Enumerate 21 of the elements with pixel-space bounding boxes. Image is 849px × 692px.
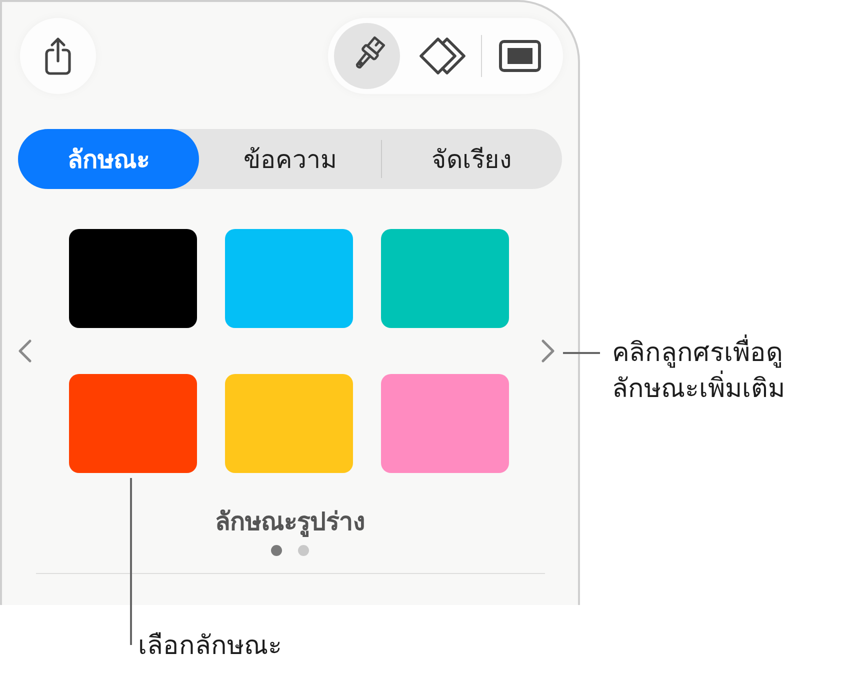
tab[interactable]: จัดเรียง [380, 129, 562, 189]
style-swatch[interactable] [225, 229, 353, 328]
diamonds-icon [419, 36, 467, 76]
callout-text: คลิกลูกศรเพื่อดู ลักษณะเพิ่มเติม [612, 335, 785, 407]
presentation-icon [499, 40, 541, 72]
chevron-left-icon [18, 339, 32, 363]
style-caption: ลักษณะรูปร่าง [214, 506, 366, 537]
tab[interactable]: ข้อความ [199, 129, 381, 189]
share-icon [43, 36, 73, 76]
leader-line [563, 352, 600, 354]
style-swatch[interactable] [225, 374, 353, 473]
page-dot-icon[interactable] [298, 545, 309, 556]
tab[interactable]: ลักษณะ [18, 129, 200, 189]
style-swatch[interactable] [381, 229, 509, 328]
chevron-right-icon [541, 339, 555, 363]
style-swatch[interactable] [381, 374, 509, 473]
page-dot-icon[interactable] [271, 545, 282, 556]
style-swatch[interactable] [69, 374, 197, 473]
style-swatch[interactable] [69, 229, 197, 328]
format-button[interactable] [334, 23, 400, 89]
callout-text: เลือกลักษณะ [138, 630, 282, 663]
